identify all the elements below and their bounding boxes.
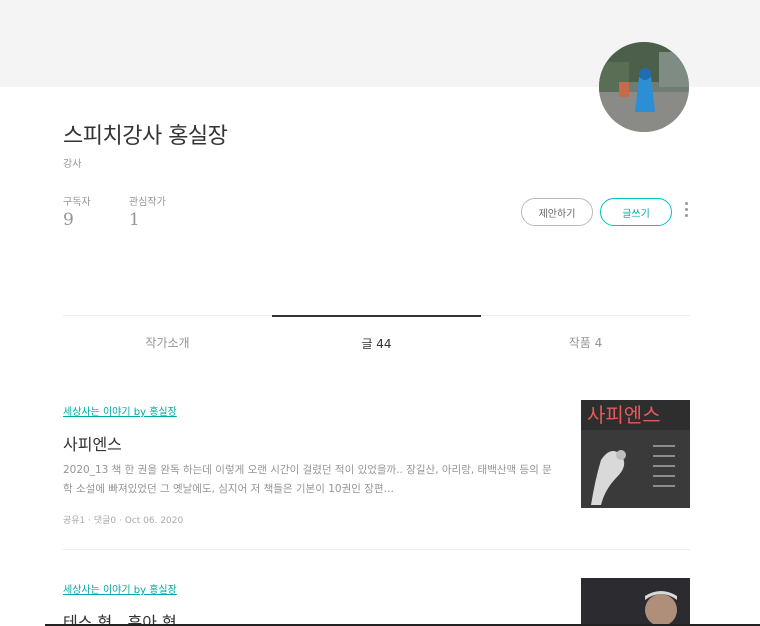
profile-tabs: 작가소개 글 44 작품 4 — [63, 315, 690, 369]
article-magazine-link[interactable]: 세상사는 이야기 by 홍실장 — [63, 403, 177, 418]
article-thumbnail[interactable]: 사피엔스 — [581, 400, 690, 508]
profile-job: 강사 — [63, 159, 82, 170]
article-item[interactable]: 세상사는 이야기 by 홍실장 테스 형.. 훈아 형.. — [63, 578, 690, 626]
following-count: 1 — [129, 210, 140, 230]
profile-avatar[interactable] — [599, 42, 689, 132]
subscribers-label: 구독자 — [63, 197, 91, 208]
subscribers-stat[interactable]: 구독자 9 — [63, 193, 91, 230]
article-photo — [581, 578, 690, 626]
book-cover-image: 사피엔스 — [581, 400, 690, 508]
tab-posts[interactable]: 글 44 — [272, 315, 481, 369]
article-excerpt[interactable]: 2020_13 책 한 권을 완독 하는데 이렇게 오랜 시간이 걸렸던 적이 … — [63, 461, 553, 499]
more-options-icon[interactable] — [682, 202, 690, 222]
tab-works[interactable]: 작품 4 — [481, 316, 690, 370]
subscribers-count: 9 — [63, 210, 74, 230]
following-stat[interactable]: 관심작가 1 — [129, 193, 166, 230]
following-label: 관심작가 — [129, 197, 166, 208]
profile-name: 스피치강사 홍실장 — [63, 124, 228, 149]
article-item[interactable]: 세상사는 이야기 by 홍실장 사피엔스 2020_13 책 한 권을 완독 하… — [63, 400, 690, 550]
avatar-photo — [599, 42, 689, 132]
article-magazine-link[interactable]: 세상사는 이야기 by 홍실장 — [63, 581, 177, 596]
article-meta: 공유1 · 댓글0 · Oct 06. 2020 — [63, 516, 184, 526]
write-button[interactable]: 글쓰기 — [600, 198, 672, 226]
article-thumbnail[interactable] — [581, 578, 690, 626]
propose-button[interactable]: 제안하기 — [521, 198, 593, 226]
tab-author-intro[interactable]: 작가소개 — [63, 316, 272, 370]
book-cover-title: 사피엔스 — [587, 403, 661, 427]
